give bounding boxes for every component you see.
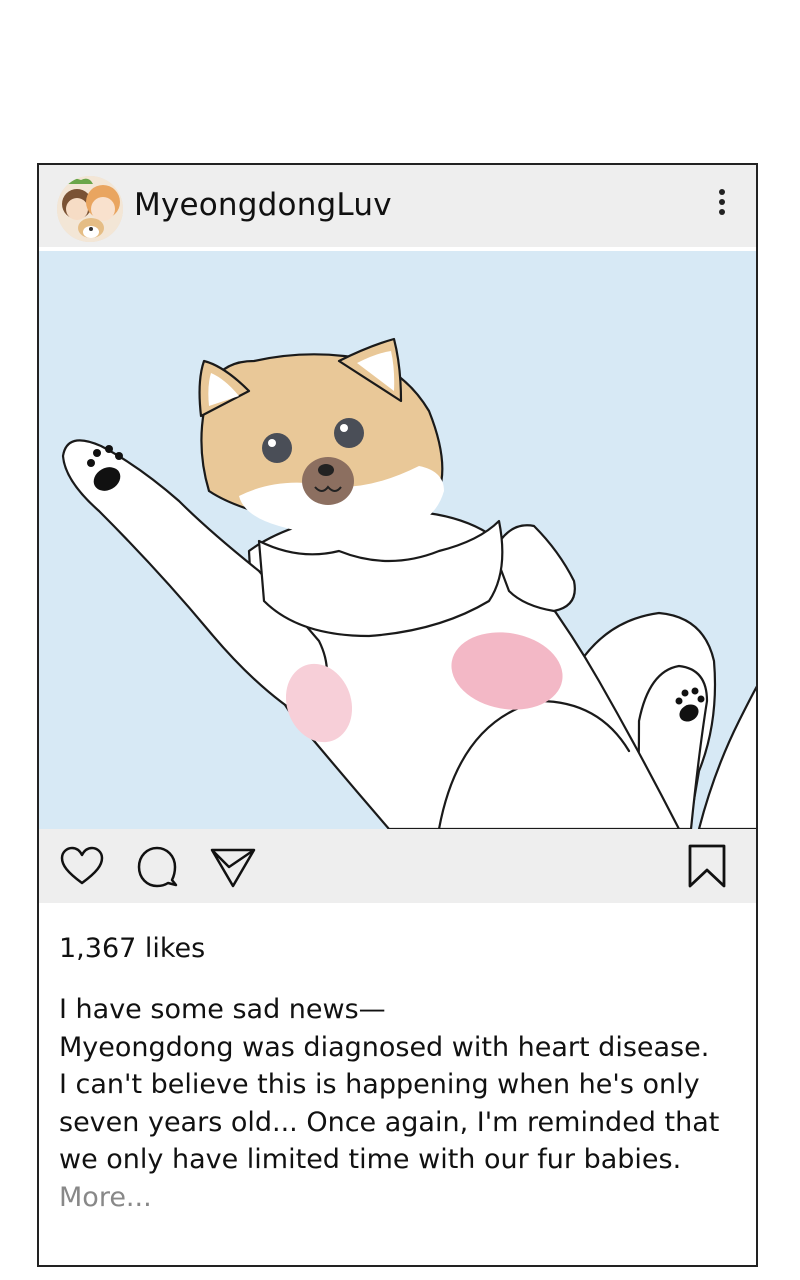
- caption-line: I can't believe this is happening when h…: [59, 1069, 700, 1100]
- caption-line: I have some sad news—: [59, 994, 386, 1025]
- bookmark-icon[interactable]: [687, 843, 727, 893]
- avatar-image: [57, 176, 123, 242]
- post-photo[interactable]: [39, 251, 756, 829]
- caption-line: seven years old... Once again, I'm remin…: [59, 1106, 720, 1138]
- instagram-post: MyeongdongLuv 1,367 likes I have some sa…: [37, 163, 758, 1267]
- caption-line: Myeongdong was diagnosed with heart dise…: [59, 1031, 710, 1063]
- more-link[interactable]: More...: [59, 1179, 739, 1217]
- post-header: MyeongdongLuv: [39, 165, 756, 249]
- likes-count[interactable]: 1,367 likes: [59, 933, 205, 964]
- dog-illustration: [61, 337, 756, 829]
- post-caption: I have some sad news— Myeongdong was dia…: [59, 991, 739, 1216]
- username[interactable]: MyeongdongLuv: [134, 187, 392, 223]
- more-vertical-icon[interactable]: [710, 185, 734, 225]
- action-bar: [39, 829, 756, 903]
- send-icon[interactable]: [209, 845, 257, 893]
- caption-line: we only have limited time with our fur b…: [59, 1144, 682, 1175]
- comment-icon[interactable]: [135, 845, 179, 893]
- avatar[interactable]: [57, 176, 123, 242]
- heart-icon[interactable]: [59, 845, 105, 891]
